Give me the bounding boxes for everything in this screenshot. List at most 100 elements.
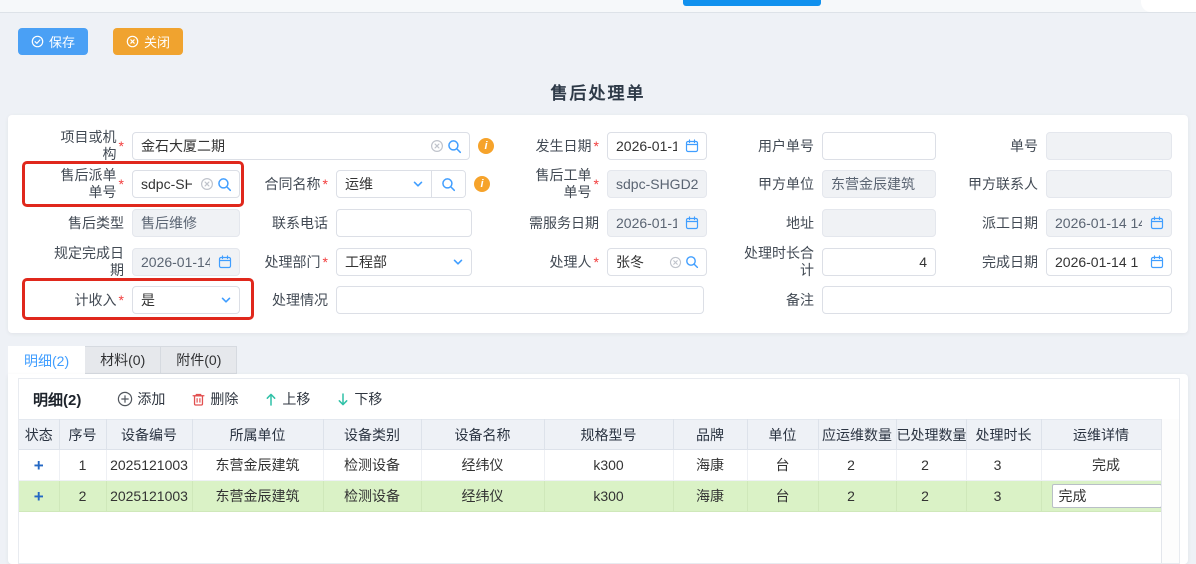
dispatch-no-label: 售后派单单号 bbox=[48, 167, 117, 201]
move-down-button[interactable]: 下移 bbox=[336, 389, 382, 409]
close-button-label: 关闭 bbox=[144, 32, 170, 51]
required-mark: * bbox=[594, 254, 599, 270]
cell-code: 2025121003 bbox=[106, 481, 192, 512]
chevron-down-icon bbox=[412, 178, 424, 190]
handler-input[interactable] bbox=[608, 249, 669, 275]
tab-attachment[interactable]: 附件(0) bbox=[161, 346, 237, 374]
contract-search-button[interactable] bbox=[431, 171, 465, 197]
cell-qty-done: 2 bbox=[896, 481, 966, 512]
table-scrollbar[interactable] bbox=[1161, 419, 1179, 563]
finish-date-input[interactable] bbox=[1047, 249, 1150, 275]
col-unit: 所属单位 bbox=[192, 420, 323, 450]
search-icon[interactable] bbox=[447, 139, 462, 154]
save-button-label: 保存 bbox=[49, 32, 75, 51]
cell-unit: 东营金辰建筑 bbox=[192, 450, 323, 481]
party-a-contact-input bbox=[1047, 171, 1171, 197]
project-input-wrap bbox=[132, 132, 470, 160]
finish-date-label: 完成日期 bbox=[982, 254, 1038, 271]
cell-duration: 3 bbox=[966, 450, 1041, 481]
row-plus-icon[interactable]: + bbox=[34, 487, 44, 506]
col-name: 设备名称 bbox=[421, 420, 544, 450]
user-order-no-input[interactable] bbox=[823, 133, 935, 159]
calendar-icon bbox=[218, 255, 232, 269]
cell-category: 检测设备 bbox=[323, 450, 421, 481]
cell-qty-done: 2 bbox=[896, 450, 966, 481]
col-category: 设备类别 bbox=[323, 420, 421, 450]
cell-model: k300 bbox=[544, 481, 673, 512]
clear-icon[interactable] bbox=[669, 256, 682, 269]
duration-total-label: 处理时长合计 bbox=[738, 245, 814, 279]
party-a-contact-label: 甲方联系人 bbox=[968, 176, 1038, 193]
duration-total-input[interactable] bbox=[823, 249, 935, 275]
project-input[interactable] bbox=[133, 133, 430, 159]
clear-icon[interactable] bbox=[200, 177, 214, 191]
table-row[interactable]: + 2 2025121003 东营金辰建筑 检测设备 经纬仪 k300 海康 台… bbox=[19, 481, 1161, 512]
row-plus-icon[interactable]: + bbox=[34, 456, 44, 475]
work-order-no-input bbox=[608, 171, 706, 197]
browser-tab-corner bbox=[1141, 0, 1196, 12]
delete-button[interactable]: 删除 bbox=[191, 389, 238, 409]
add-button[interactable]: 添加 bbox=[117, 389, 165, 409]
save-button[interactable]: 保存 bbox=[18, 28, 88, 55]
col-model: 规格型号 bbox=[544, 420, 673, 450]
dispatch-no-input-wrap bbox=[132, 170, 240, 198]
required-mark: * bbox=[119, 292, 124, 308]
remark-input[interactable] bbox=[823, 287, 1171, 313]
table-header-row: 状态 序号 设备编号 所属单位 设备类别 设备名称 规格型号 品牌 单位 应运维… bbox=[19, 420, 1161, 450]
dispatch-date-input-wrap bbox=[1046, 209, 1172, 237]
chevron-down-icon bbox=[220, 294, 232, 306]
calendar-icon[interactable] bbox=[685, 139, 699, 153]
detail-cell-input[interactable] bbox=[1052, 484, 1162, 508]
phone-input-wrap bbox=[336, 209, 472, 237]
cell-seq: 2 bbox=[59, 481, 106, 512]
browser-top-strip bbox=[0, 0, 1196, 13]
move-up-button[interactable]: 上移 bbox=[264, 389, 310, 409]
remark-label: 备注 bbox=[786, 292, 814, 309]
party-a-contact-input-wrap bbox=[1046, 170, 1172, 198]
search-icon[interactable] bbox=[217, 177, 232, 192]
col-uom: 单位 bbox=[747, 420, 818, 450]
cell-brand: 海康 bbox=[673, 481, 747, 512]
delete-button-label: 删除 bbox=[210, 389, 238, 409]
circle-check-icon bbox=[31, 35, 44, 48]
department-select[interactable]: 工程部 bbox=[336, 248, 472, 276]
clear-icon[interactable] bbox=[430, 139, 444, 153]
work-order-no-input-wrap bbox=[607, 170, 707, 198]
arrow-up-icon bbox=[264, 392, 278, 407]
occur-date-label: 发生日期 bbox=[536, 138, 592, 155]
handler-label: 处理人 bbox=[550, 254, 592, 271]
phone-input[interactable] bbox=[337, 210, 471, 236]
tab-detail[interactable]: 明细(2) bbox=[8, 346, 85, 374]
calendar-icon bbox=[685, 216, 699, 230]
calendar-icon[interactable] bbox=[1150, 255, 1164, 269]
table-row[interactable]: + 1 2025121003 东营金辰建筑 检测设备 经纬仪 k300 海康 台… bbox=[19, 450, 1161, 481]
field-income: 计收入* 是 bbox=[48, 286, 240, 314]
close-button[interactable]: 关闭 bbox=[113, 28, 183, 55]
remark-input-wrap bbox=[822, 286, 1172, 314]
detail-tabs: 明细(2) 材料(0) 附件(0) bbox=[8, 346, 237, 374]
cell-name: 经纬仪 bbox=[421, 481, 544, 512]
col-qty-done: 已处理数量 bbox=[896, 420, 966, 450]
handler-input-wrap bbox=[607, 248, 707, 276]
income-select[interactable]: 是 bbox=[132, 286, 240, 314]
move-down-button-label: 下移 bbox=[354, 389, 382, 409]
field-dispatch-date: 派工日期 bbox=[962, 209, 1172, 237]
occur-date-input[interactable] bbox=[608, 133, 685, 159]
income-value: 是 bbox=[133, 290, 220, 310]
info-icon[interactable]: i bbox=[478, 138, 494, 154]
order-no-input bbox=[1047, 133, 1171, 159]
circle-cross-icon bbox=[126, 35, 139, 48]
tab-material[interactable]: 材料(0) bbox=[85, 346, 161, 374]
party-a-unit-input bbox=[823, 171, 935, 197]
service-type-label: 售后类型 bbox=[68, 215, 124, 232]
cell-duration: 3 bbox=[966, 481, 1041, 512]
cell-model: k300 bbox=[544, 450, 673, 481]
duration-total-input-wrap bbox=[822, 248, 936, 276]
contract-name-select[interactable]: 运维 bbox=[336, 170, 466, 198]
field-deadline: 规定完成日期 bbox=[48, 248, 240, 276]
situation-input[interactable] bbox=[337, 287, 703, 313]
info-icon[interactable]: i bbox=[474, 176, 490, 192]
dispatch-no-input[interactable] bbox=[133, 171, 200, 197]
grid-title: 明细(2) bbox=[33, 389, 81, 410]
search-icon[interactable] bbox=[685, 255, 699, 269]
